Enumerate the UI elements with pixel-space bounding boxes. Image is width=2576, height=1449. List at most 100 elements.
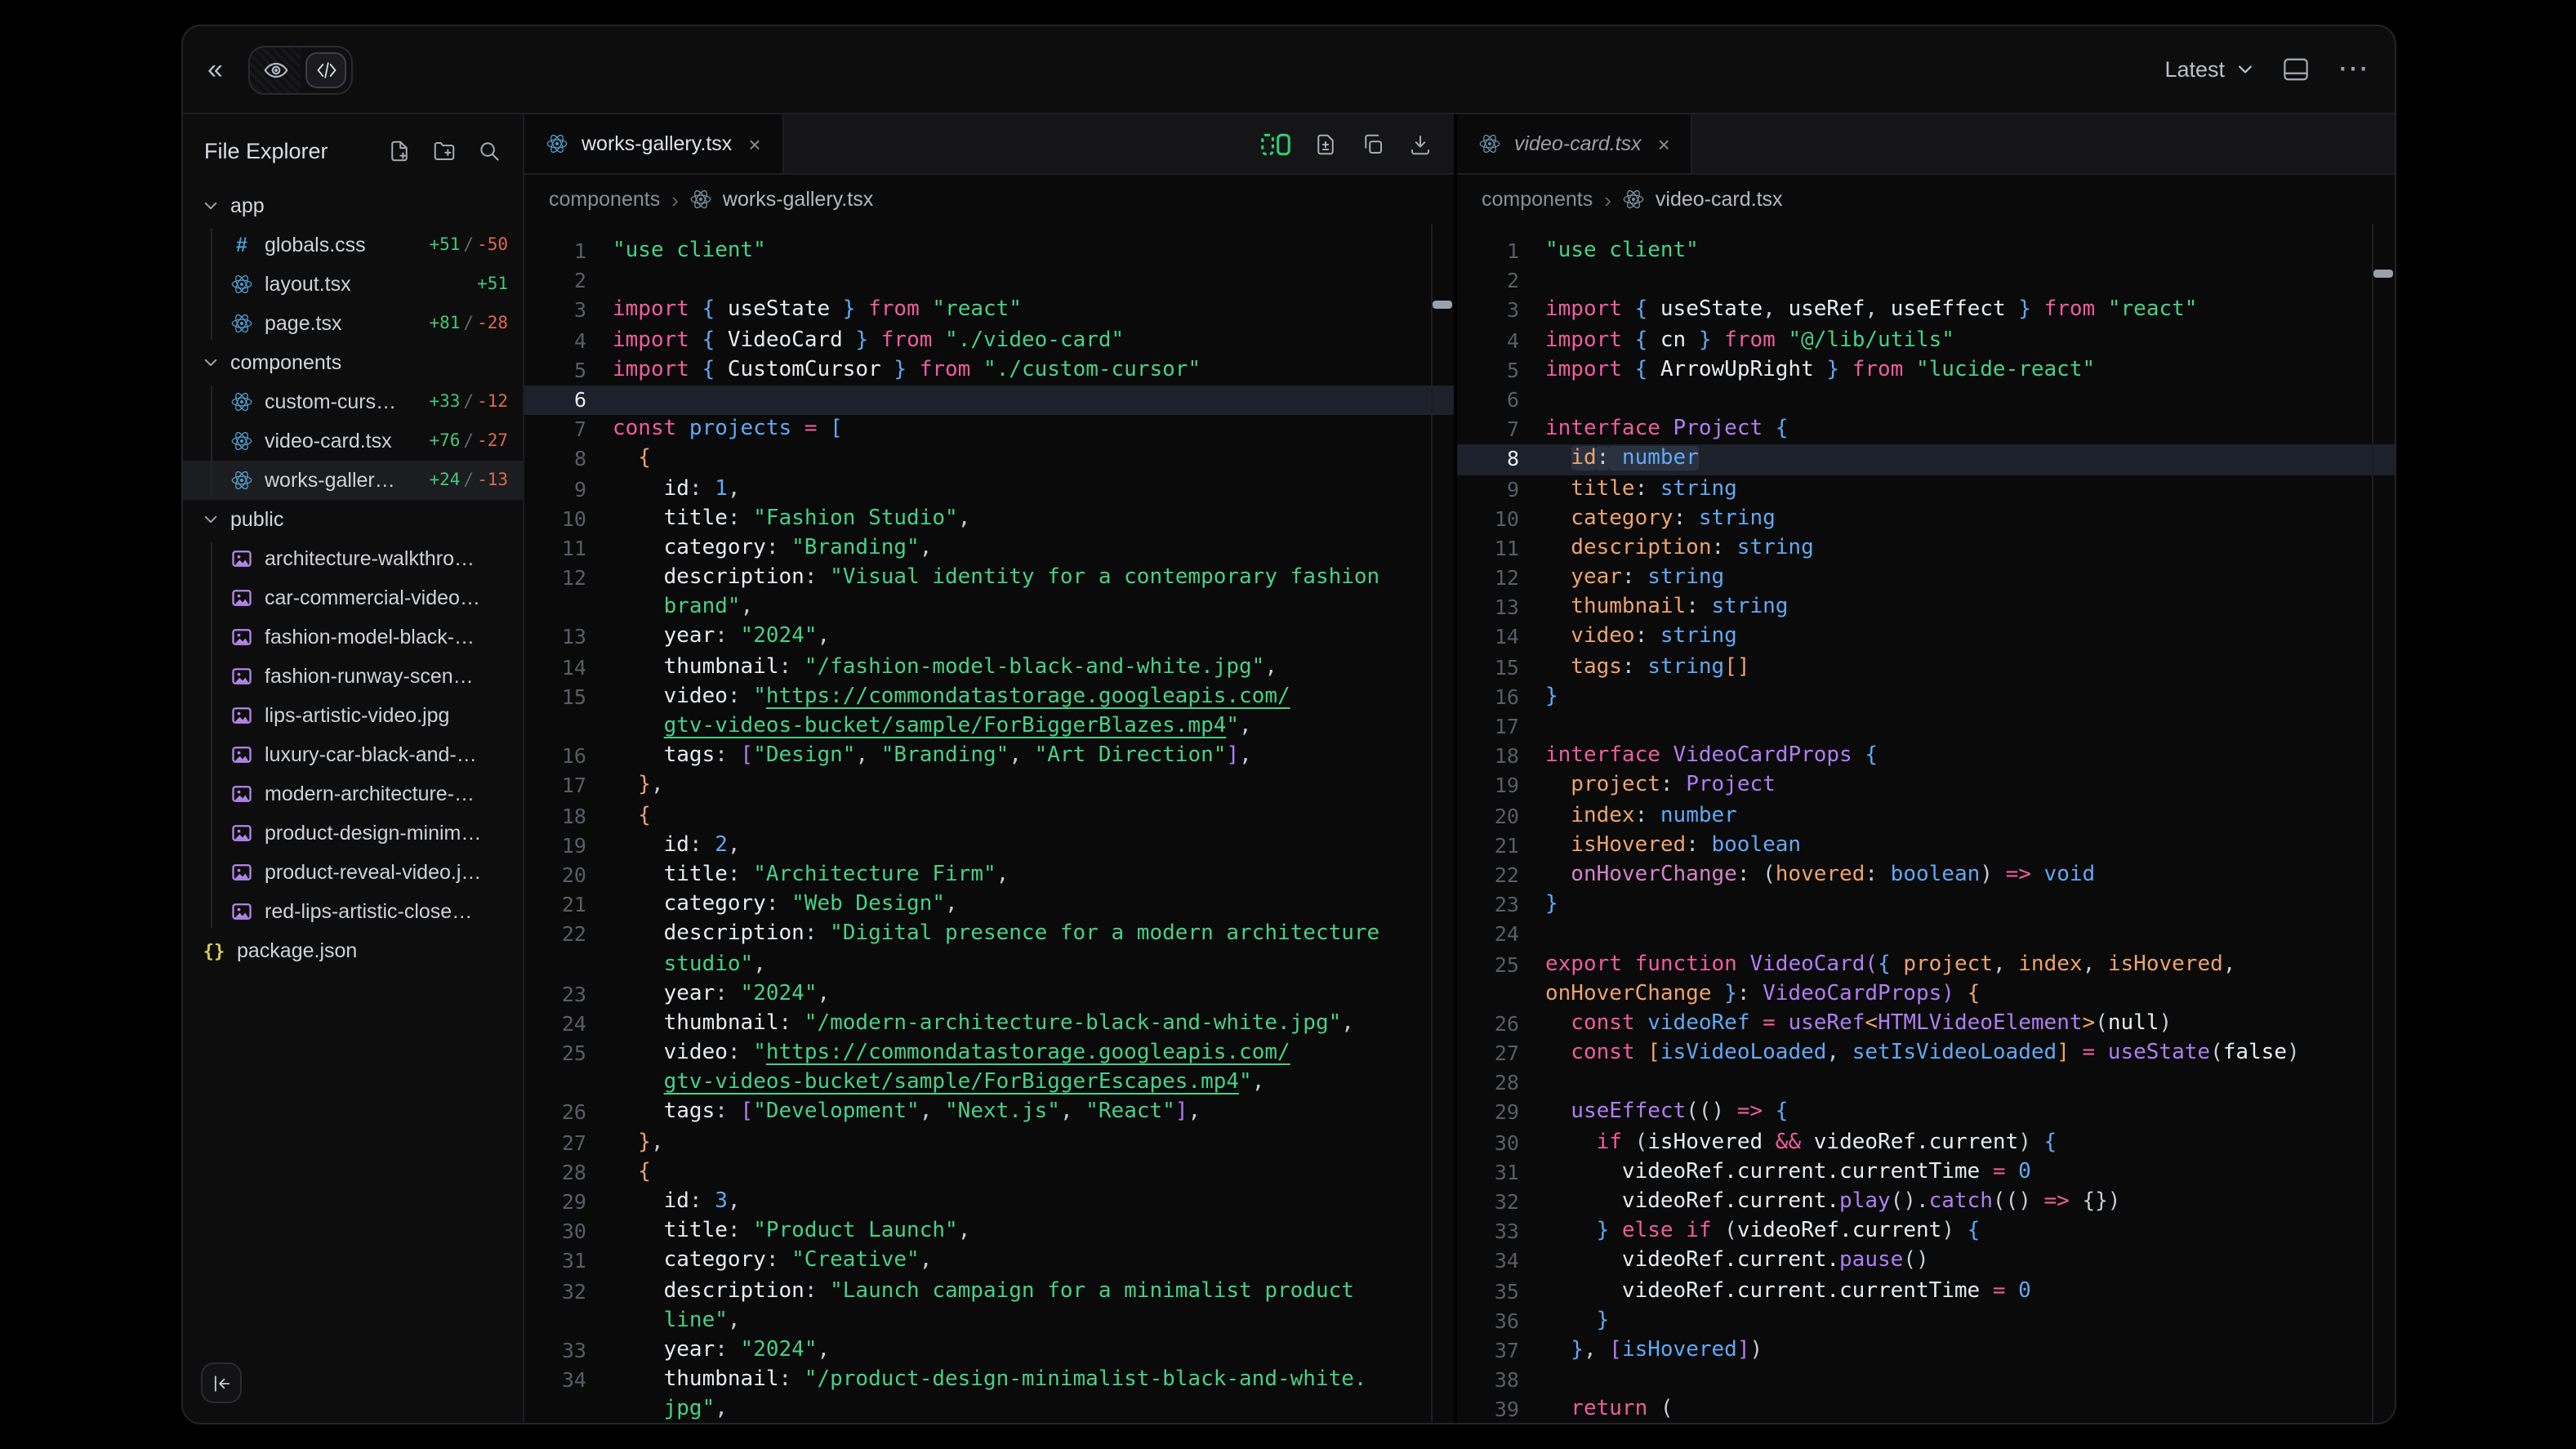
code-line[interactable]: 29 id: 3, <box>524 1188 1454 1217</box>
code-line[interactable]: 3import { useState, useRef, useEffect } … <box>1457 296 2395 326</box>
code-line[interactable]: 3import { useState } from "react" <box>524 296 1454 326</box>
tree-item-fashion-model-black-…[interactable]: fashion-model-black-… <box>183 617 523 657</box>
code-line[interactable]: 12 year: string <box>1457 564 2395 593</box>
version-dropdown[interactable]: Latest <box>2164 57 2254 82</box>
scrollbar-thumb[interactable] <box>2373 270 2393 278</box>
code-line[interactable]: 17 }, <box>524 772 1454 801</box>
code-line[interactable]: 21 category: "Web Design", <box>524 890 1454 920</box>
code-line[interactable]: 10 category: string <box>1457 504 2395 533</box>
code-line[interactable]: 15 tags: string[] <box>1457 653 2395 682</box>
code-line[interactable]: 8 id: number <box>1457 445 2395 475</box>
code-line[interactable]: 36 } <box>1457 1307 2395 1336</box>
code-line[interactable]: 13 year: "2024", <box>524 623 1454 653</box>
split-diff-icon-button[interactable] <box>1261 132 1290 156</box>
tree-item-page.tsx[interactable]: page.tsx+81/-28 <box>183 304 523 343</box>
code-line[interactable]: 4import { cn } from "@/lib/utils" <box>1457 326 2395 355</box>
code-line[interactable]: 18 { <box>524 801 1454 831</box>
scrollbar-thumb[interactable] <box>1433 301 1452 309</box>
code-line[interactable]: 7const projects = [ <box>524 415 1454 444</box>
code-line[interactable]: 21 isHovered: boolean <box>1457 832 2395 861</box>
tree-item-lips-artistic-video.jpg[interactable]: lips-artistic-video.jpg <box>183 696 523 735</box>
tree-item-custom-curs…[interactable]: custom-curs…+33/-12 <box>183 382 523 421</box>
close-icon[interactable]: × <box>748 132 760 156</box>
code-line[interactable]: jpg", <box>524 1396 1454 1423</box>
tab-works-gallery.tsx[interactable]: works-gallery.tsx × <box>524 114 784 173</box>
code-line[interactable]: 6 <box>524 386 1454 415</box>
code-line[interactable]: 25 video: "https://commondatastorage.goo… <box>524 1039 1454 1068</box>
collapse-sidebar-button[interactable] <box>201 1362 242 1403</box>
code-line[interactable]: 27 const [isVideoLoaded, setIsVideoLoade… <box>1457 1039 2395 1068</box>
file-diff-icon-button[interactable] <box>1313 132 1338 156</box>
code-line[interactable]: 22 onHoverChange: (hovered: boolean) => … <box>1457 861 2395 890</box>
preview-toggle-button[interactable] <box>251 47 301 92</box>
code-line[interactable]: 23} <box>1457 890 2395 920</box>
code-line[interactable]: gtv-videos-bucket/sample/ForBiggerBlazes… <box>524 712 1454 742</box>
code-line[interactable]: 26 const videoRef = useRef<HTMLVideoElem… <box>1457 1010 2395 1039</box>
tree-folder-public[interactable]: public <box>183 500 523 539</box>
code-line[interactable]: 5import { ArrowUpRight } from "lucide-re… <box>1457 356 2395 386</box>
code-area[interactable]: 1"use client"23import { useState } from … <box>524 224 1454 1423</box>
tree-item-architecture-walkthro…[interactable]: architecture-walkthro… <box>183 539 523 578</box>
breadcrumb-folder[interactable]: components <box>1482 188 1593 211</box>
code-line[interactable]: brand", <box>524 594 1454 623</box>
close-icon[interactable]: × <box>1658 132 1670 156</box>
code-line[interactable]: 11 description: string <box>1457 534 2395 564</box>
code-line[interactable]: 2 <box>1457 266 2395 296</box>
code-line[interactable]: 34 thumbnail: "/product-design-minimalis… <box>524 1366 1454 1395</box>
code-line[interactable]: 16} <box>1457 683 2395 712</box>
scrollbar[interactable] <box>1431 224 1454 1423</box>
code-line[interactable]: 11 category: "Branding", <box>524 534 1454 564</box>
breadcrumb-file[interactable]: video-card.tsx <box>1623 188 1783 211</box>
code-line[interactable]: 30 if (isHovered && videoRef.current) { <box>1457 1128 2395 1157</box>
tree-item-video-card.tsx[interactable]: video-card.tsx+76/-27 <box>183 421 523 461</box>
code-line[interactable]: 1"use client" <box>1457 237 2395 266</box>
download-icon-button[interactable] <box>1408 132 1433 156</box>
code-line[interactable]: 19 project: Project <box>1457 772 2395 801</box>
code-line[interactable]: 38 <box>1457 1366 2395 1395</box>
code-line[interactable]: 23 year: "2024", <box>524 979 1454 1009</box>
code-line[interactable]: 34 videoRef.current.pause() <box>1457 1247 2395 1277</box>
tree-item-red-lips-artistic-close…[interactable]: red-lips-artistic-close… <box>183 892 523 931</box>
code-line[interactable]: 30 title: "Product Launch", <box>524 1217 1454 1246</box>
bottom-panel-button[interactable] <box>2282 57 2310 82</box>
copy-icon-button[interactable] <box>1361 132 1385 156</box>
code-line[interactable]: 9 title: string <box>1457 475 2395 504</box>
code-line[interactable]: 7interface Project { <box>1457 415 2395 444</box>
code-line[interactable]: 20 index: number <box>1457 801 2395 831</box>
code-line[interactable]: 13 thumbnail: string <box>1457 594 2395 623</box>
tree-item-fashion-runway-scen…[interactable]: fashion-runway-scen… <box>183 657 523 696</box>
tree-item-globals.css[interactable]: #globals.css+51/-50 <box>183 225 523 265</box>
code-line[interactable]: 31 category: "Creative", <box>524 1247 1454 1277</box>
tree-item-luxury-car-black-and-…[interactable]: luxury-car-black-and-… <box>183 735 523 774</box>
tree-folder-app[interactable]: app <box>183 186 523 225</box>
tree-item-modern-architecture-…[interactable]: modern-architecture-… <box>183 774 523 814</box>
tree-item-works-galler…[interactable]: works-galler…+24/-13 <box>183 461 523 500</box>
code-line[interactable]: 12 description: "Visual identity for a c… <box>524 564 1454 593</box>
more-options-button[interactable]: ⋯ <box>2338 51 2370 88</box>
code-line[interactable]: 4import { VideoCard } from "./video-card… <box>524 326 1454 355</box>
code-line[interactable]: line", <box>524 1307 1454 1336</box>
code-line[interactable]: 10 title: "Fashion Studio", <box>524 504 1454 533</box>
code-line[interactable]: 33 } else if (videoRef.current) { <box>1457 1217 2395 1246</box>
scrollbar[interactable] <box>2372 224 2395 1423</box>
code-line[interactable]: 20 title: "Architecture Firm", <box>524 861 1454 890</box>
code-line[interactable]: 17 <box>1457 712 2395 742</box>
code-line[interactable]: 15 video: "https://commondatastorage.goo… <box>524 683 1454 712</box>
tree-item-product-reveal-video.j…[interactable]: product-reveal-video.j… <box>183 853 523 892</box>
search-button[interactable] <box>477 138 501 163</box>
code-line[interactable]: 5import { CustomCursor } from "./custom-… <box>524 356 1454 386</box>
code-line[interactable]: 32 videoRef.current.play().catch(() => {… <box>1457 1188 2395 1217</box>
code-toggle-button[interactable] <box>301 47 352 92</box>
code-line[interactable]: 14 video: string <box>1457 623 2395 653</box>
code-line[interactable]: 19 id: 2, <box>524 832 1454 861</box>
code-line[interactable]: 14 thumbnail: "/fashion-model-black-and-… <box>524 653 1454 682</box>
code-line[interactable]: onHoverChange }: VideoCardProps) { <box>1457 979 2395 1009</box>
code-line[interactable]: 32 description: "Launch campaign for a m… <box>524 1277 1454 1306</box>
code-line[interactable]: gtv-videos-bucket/sample/ForBiggerEscape… <box>524 1069 1454 1099</box>
tree-item-product-design-minim…[interactable]: product-design-minim… <box>183 814 523 853</box>
tree-item-car-commercial-video…[interactable]: car-commercial-video… <box>183 578 523 617</box>
code-line[interactable]: 35 videoRef.current.currentTime = 0 <box>1457 1277 2395 1306</box>
code-line[interactable]: 33 year: "2024", <box>524 1336 1454 1366</box>
code-line[interactable]: 26 tags: ["Development", "Next.js", "Rea… <box>524 1099 1454 1128</box>
new-folder-button[interactable] <box>431 138 457 163</box>
